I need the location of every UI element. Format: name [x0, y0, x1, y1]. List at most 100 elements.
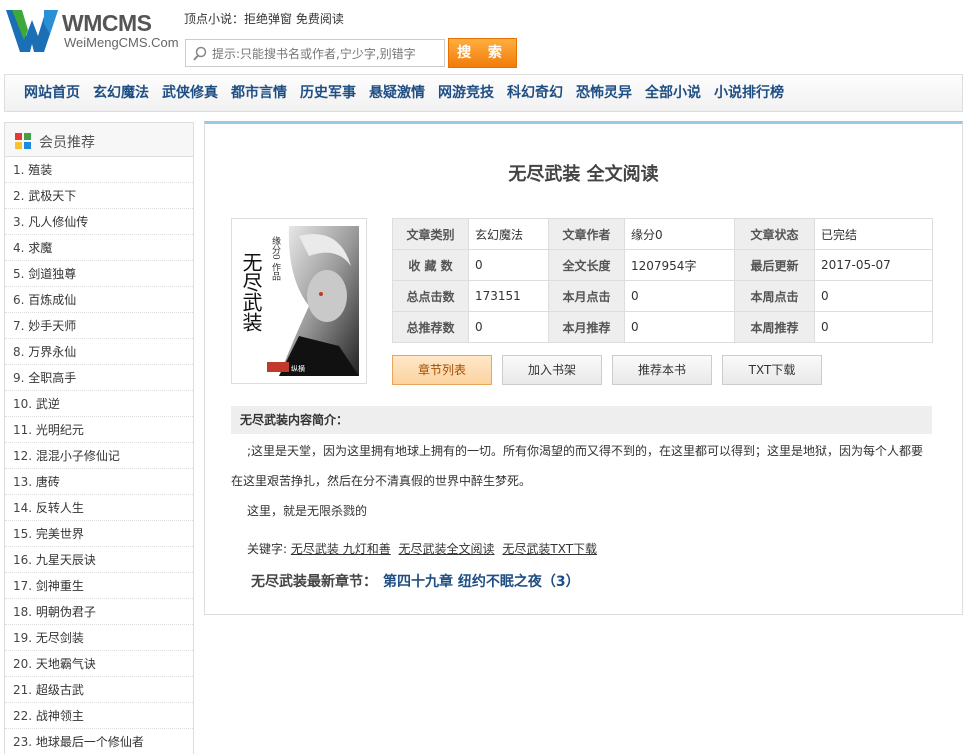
nav-item[interactable]: 悬疑激情	[369, 75, 425, 111]
keyword-link[interactable]: 无尽武装TXT下载	[502, 542, 597, 556]
sidebar-book-item[interactable]: 19. 无尽剑装	[5, 625, 193, 651]
nav-item[interactable]: 小说排行榜	[714, 75, 784, 111]
book-name[interactable]: 光明纪元	[36, 423, 84, 437]
sidebar-book-item[interactable]: 16. 九星天辰诀	[5, 547, 193, 573]
sidebar-book-item[interactable]: 17. 剑神重生	[5, 573, 193, 599]
sidebar-book-item[interactable]: 6. 百炼成仙	[5, 287, 193, 313]
info-value: 2017-05-07	[814, 249, 933, 281]
info-key: 文章状态	[734, 218, 815, 250]
sidebar-book-item[interactable]: 3. 凡人修仙传	[5, 209, 193, 235]
add-bookshelf-button[interactable]: 加入书架	[502, 355, 602, 385]
recommend-book-button[interactable]: 推荐本书	[612, 355, 712, 385]
sidebar-book-item[interactable]: 5. 剑道独尊	[5, 261, 193, 287]
nav-item[interactable]: 网站首页	[24, 75, 80, 111]
sidebar-book-item[interactable]: 18. 明朝伪君子	[5, 599, 193, 625]
book-name[interactable]: 求魔	[28, 241, 52, 255]
logo-title: WMCMS	[62, 10, 152, 36]
book-name[interactable]: 百炼成仙	[28, 293, 76, 307]
info-value: 缘分0	[624, 218, 735, 250]
rank-number: 13.	[13, 475, 33, 489]
sidebar-header: 会员推荐	[5, 123, 193, 157]
book-name[interactable]: 天地霸气诀	[36, 657, 96, 671]
nav-item[interactable]: 恐怖灵异	[576, 75, 632, 111]
info-value: 0	[468, 311, 549, 343]
chapter-list-button[interactable]: 章节列表	[392, 355, 492, 385]
sidebar-book-item[interactable]: 15. 完美世界	[5, 521, 193, 547]
sidebar-book-item[interactable]: 4. 求魔	[5, 235, 193, 261]
search-box	[185, 39, 445, 67]
info-key: 文章作者	[548, 218, 625, 250]
site-logo[interactable]: WMCMS WeiMengCMS.Com	[4, 6, 184, 56]
sidebar-title: 会员推荐	[39, 135, 95, 151]
book-name[interactable]: 全职高手	[28, 371, 76, 385]
info-value: 0	[624, 280, 735, 312]
search-input[interactable]	[212, 44, 440, 64]
info-key: 总点击数	[392, 280, 469, 312]
book-name[interactable]: 武逆	[36, 397, 60, 411]
rank-number: 17.	[13, 579, 33, 593]
sidebar-book-item[interactable]: 11. 光明纪元	[5, 417, 193, 443]
book-name[interactable]: 万界永仙	[28, 345, 76, 359]
search-icon	[193, 46, 207, 61]
nav-item[interactable]: 都市言情	[231, 75, 287, 111]
info-value: 0	[624, 311, 735, 343]
book-name[interactable]: 混混小子修仙记	[36, 449, 120, 463]
rank-number: 11.	[13, 423, 33, 437]
nav-item[interactable]: 全部小说	[645, 75, 701, 111]
sidebar-book-item[interactable]: 7. 妙手天师	[5, 313, 193, 339]
rank-number: 7.	[13, 319, 25, 333]
sidebar-book-item[interactable]: 1. 殖装	[5, 157, 193, 183]
book-name[interactable]: 剑道独尊	[28, 267, 76, 281]
info-key: 本月推荐	[548, 311, 625, 343]
book-name[interactable]: 武极天下	[28, 189, 76, 203]
rank-number: 16.	[13, 553, 33, 567]
cover-author-text: 缘分0 作品	[270, 235, 281, 282]
sidebar-book-item[interactable]: 9. 全职高手	[5, 365, 193, 391]
sidebar-book-item[interactable]: 23. 地球最后一个修仙者	[5, 729, 193, 754]
sidebar-book-item[interactable]: 14. 反转人生	[5, 495, 193, 521]
book-name[interactable]: 妙手天师	[28, 319, 76, 333]
sidebar-book-item[interactable]: 12. 混混小子修仙记	[5, 443, 193, 469]
rank-number: 9.	[13, 371, 25, 385]
book-name[interactable]: 明朝伪君子	[36, 605, 96, 619]
book-name[interactable]: 凡人修仙传	[28, 215, 88, 229]
sidebar-recommend: 会员推荐 1. 殖装 2. 武极天下 3. 凡人修仙传 4. 求魔 5. 剑道独尊 6. …	[4, 122, 194, 754]
cover-title-text: 无尽武装	[239, 252, 263, 332]
rank-number: 5.	[13, 267, 25, 281]
nav-item[interactable]: 网游竞技	[438, 75, 494, 111]
sidebar-book-item[interactable]: 8. 万界永仙	[5, 339, 193, 365]
nav-item[interactable]: 玄幻魔法	[93, 75, 149, 111]
book-info-table: 文章类别 玄幻魔法 文章作者 缘分0 文章状态 已完结收 藏 数 0 全文长度 1207954字…	[392, 218, 933, 343]
book-name[interactable]: 完美世界	[36, 527, 84, 541]
sidebar-book-item[interactable]: 21. 超级古武	[5, 677, 193, 703]
sidebar-book-item[interactable]: 2. 武极天下	[5, 183, 193, 209]
book-name[interactable]: 唐砖	[36, 475, 60, 489]
info-value: 0	[814, 311, 933, 343]
rank-number: 6.	[13, 293, 25, 307]
txt-download-button[interactable]: TXT下载	[722, 355, 822, 385]
sidebar-book-item[interactable]: 10. 武逆	[5, 391, 193, 417]
nav-item[interactable]: 武侠修真	[162, 75, 218, 111]
keywords-label: 关键字:	[247, 542, 288, 556]
book-name[interactable]: 反转人生	[36, 501, 84, 515]
latest-chapter-link[interactable]: 第四十九章 纽约不眠之夜（3）	[383, 574, 580, 590]
book-name[interactable]: 九星天辰诀	[36, 553, 96, 567]
book-name[interactable]: 战神领主	[36, 709, 84, 723]
latest-chapter: 无尽武装最新章节： 第四十九章 纽约不眠之夜（3）	[251, 571, 580, 591]
book-name[interactable]: 地球最后一个修仙者	[36, 735, 144, 749]
nav-item[interactable]: 科幻奇幻	[507, 75, 563, 111]
book-name[interactable]: 殖装	[28, 163, 52, 177]
search-button[interactable]: 搜 索	[448, 38, 517, 68]
sidebar-book-item[interactable]: 22. 战神领主	[5, 703, 193, 729]
keyword-link[interactable]: 无尽武装全文阅读	[399, 542, 495, 556]
rank-number: 12.	[13, 449, 33, 463]
book-name[interactable]: 无尽剑装	[36, 631, 84, 645]
nav-item[interactable]: 历史军事	[300, 75, 356, 111]
book-name[interactable]: 超级古武	[36, 683, 84, 697]
book-name[interactable]: 剑神重生	[36, 579, 84, 593]
book-cover[interactable]: 无尽武装 缘分0 作品 纵横	[231, 218, 367, 384]
keyword-link[interactable]: 无尽武装 九灯和善	[291, 542, 391, 556]
sidebar-book-item[interactable]: 20. 天地霸气诀	[5, 651, 193, 677]
info-key: 本周点击	[734, 280, 815, 312]
sidebar-book-item[interactable]: 13. 唐砖	[5, 469, 193, 495]
